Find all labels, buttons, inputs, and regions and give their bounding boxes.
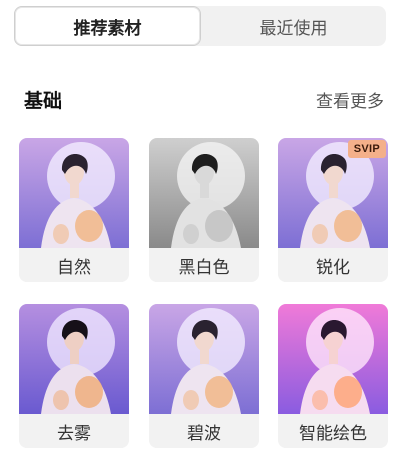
tab-recent[interactable]: 最近使用 (201, 6, 386, 46)
filter-card-sharpen[interactable]: SVIP 锐化 (278, 138, 388, 282)
filter-card-mono[interactable]: 黑白色 (149, 138, 259, 282)
tab-recommended[interactable]: 推荐素材 (14, 6, 201, 46)
filter-card-dehaze[interactable]: 去雾 (19, 304, 129, 448)
filter-card-biBo[interactable]: 碧波 (149, 304, 259, 448)
filter-thumbnail (19, 138, 129, 248)
svip-badge: SVIP (347, 140, 386, 158)
tab-bar: 推荐素材 最近使用 (14, 6, 386, 46)
filter-label: 智能绘色 (278, 414, 388, 448)
filter-thumbnail (149, 138, 259, 248)
section-title: 基础 (24, 89, 63, 112)
filter-label: 锐化 (278, 248, 388, 282)
filter-thumbnail (19, 304, 129, 414)
view-more-link[interactable]: 查看更多 (316, 87, 384, 112)
filter-thumbnail (278, 304, 388, 414)
filter-thumbnail (149, 304, 259, 414)
filter-card-natural[interactable]: 自然 (19, 138, 129, 282)
filter-label: 黑白色 (149, 248, 259, 282)
section-header: 基础 查看更多 (24, 84, 384, 114)
filter-label: 碧波 (149, 414, 259, 448)
filter-label: 去雾 (19, 414, 129, 448)
filter-label: 自然 (19, 248, 129, 282)
filter-card-smart-color[interactable]: 智能绘色 (278, 304, 388, 448)
